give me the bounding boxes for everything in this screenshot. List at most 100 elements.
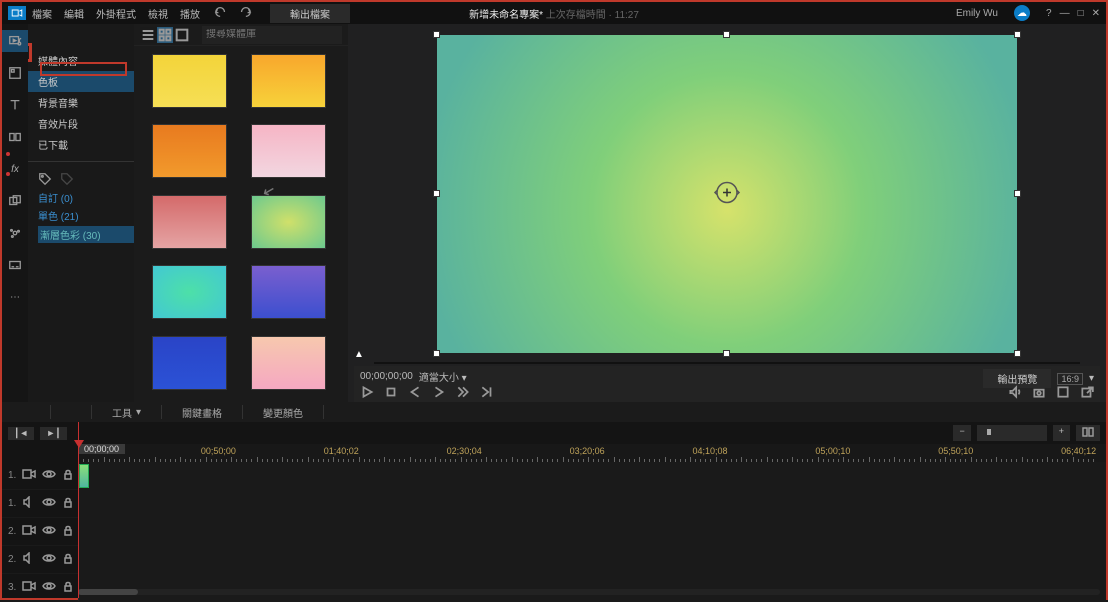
maximize-icon[interactable]: □ — [1078, 8, 1084, 19]
menu-view[interactable]: 檢視 — [148, 6, 168, 21]
cloud-icon[interactable]: ☁ — [1014, 5, 1030, 21]
video-track-icon[interactable] — [22, 524, 36, 539]
search-box[interactable] — [202, 26, 342, 44]
effects-icon[interactable]: fx — [2, 158, 28, 180]
goto-end-icon[interactable] — [480, 385, 494, 399]
search-input[interactable] — [206, 29, 338, 40]
tool-dropdown[interactable]: 工具 ▾ — [112, 405, 141, 420]
menu-file[interactable]: 檔案 — [32, 6, 52, 21]
menu-play[interactable]: 播放 — [180, 6, 200, 21]
nav-custom[interactable]: 自訂 (0) — [38, 190, 134, 205]
zoom-in-icon[interactable]: + — [1053, 425, 1070, 441]
fit-dropdown[interactable]: 適當大小 ▾ — [419, 369, 467, 384]
clip[interactable] — [79, 464, 89, 488]
next-frame-icon[interactable] — [432, 385, 446, 399]
time-ruler[interactable]: 00;00;00 00;50;0001;40;0202;30;0403;20;0… — [78, 444, 1106, 462]
track-body[interactable] — [78, 462, 1106, 489]
video-track-icon[interactable] — [22, 580, 36, 595]
thumb-5[interactable] — [251, 195, 326, 249]
aspect-dropdown-icon[interactable]: ▾ — [1089, 373, 1094, 384]
track-body[interactable] — [78, 490, 1106, 517]
zoom-slider[interactable] — [977, 425, 1047, 441]
thumb-7[interactable] — [251, 265, 326, 319]
thumb-9[interactable] — [251, 336, 326, 390]
media-library-icon[interactable] — [2, 30, 28, 52]
title-icon[interactable] — [2, 94, 28, 116]
overlay-icon[interactable] — [2, 190, 28, 212]
thumb-4[interactable] — [152, 195, 227, 249]
menu-plugin[interactable]: 外掛程式 — [96, 6, 136, 21]
particle-icon[interactable] — [2, 222, 28, 244]
lock-icon[interactable] — [62, 468, 74, 483]
zoom-out-icon[interactable]: − — [953, 425, 970, 441]
audio-track-icon[interactable] — [22, 552, 36, 567]
thumb-2[interactable] — [152, 124, 227, 178]
nav-gradient[interactable]: 漸層色彩 (30) — [38, 226, 134, 243]
export-button[interactable]: 輸出檔案 — [270, 4, 350, 23]
menu-edit[interactable]: 編輯 — [64, 6, 84, 21]
track-row: 1. — [2, 462, 1106, 490]
mark-out-icon[interactable]: ►┃ — [40, 427, 66, 440]
warning-icon[interactable]: ▲ — [354, 349, 364, 360]
popout-icon[interactable] — [1080, 385, 1094, 399]
changecolor-button[interactable]: 變更顏色 — [263, 405, 303, 420]
track-body[interactable] — [78, 574, 1106, 601]
visibility-icon[interactable] — [42, 468, 56, 483]
view-large-icon[interactable] — [174, 27, 190, 43]
play-icon[interactable] — [360, 385, 374, 399]
preview-canvas[interactable] — [437, 35, 1017, 353]
timeline-scrollbar[interactable] — [78, 589, 1100, 595]
nav-bgm[interactable]: 背景音樂 — [28, 92, 134, 113]
thumb-6[interactable] — [152, 265, 227, 319]
minimize-icon[interactable]: — — [1060, 8, 1070, 19]
timecode[interactable]: 00;00;00;00 — [360, 371, 413, 382]
visibility-icon[interactable] — [42, 524, 56, 539]
more-icon[interactable]: ⋯ — [2, 286, 28, 308]
volume-icon[interactable] — [1008, 385, 1022, 399]
undo-icon[interactable] — [214, 5, 228, 22]
room-icon[interactable] — [2, 62, 28, 84]
visibility-icon[interactable] — [42, 496, 56, 511]
subtitle-icon[interactable] — [2, 254, 28, 276]
mark-in-icon[interactable]: ┃◄ — [8, 427, 34, 440]
stop-icon[interactable] — [384, 385, 398, 399]
video-track-icon[interactable] — [22, 468, 36, 483]
nav-downloaded[interactable]: 已下載 — [28, 134, 134, 155]
popup-icon[interactable] — [1056, 385, 1070, 399]
audio-track-icon[interactable] — [22, 496, 36, 511]
close-icon[interactable]: ✕ — [1092, 8, 1100, 19]
fast-fwd-icon[interactable] — [456, 385, 470, 399]
thumb-8[interactable] — [152, 336, 227, 390]
view-grid-icon[interactable] — [157, 27, 173, 43]
keyframe-button[interactable]: 關鍵畫格 — [182, 405, 222, 420]
lock-icon[interactable] — [62, 580, 74, 595]
collapse-arrow-icon[interactable] — [262, 186, 276, 199]
visibility-icon[interactable] — [42, 580, 56, 595]
track-body[interactable] — [78, 546, 1106, 573]
redo-icon[interactable] — [238, 5, 252, 22]
view-list-icon[interactable] — [140, 27, 156, 43]
lock-icon[interactable] — [62, 496, 74, 511]
nav-sfx[interactable]: 音效片段 — [28, 113, 134, 134]
track-body[interactable] — [78, 518, 1106, 545]
prev-frame-icon[interactable] — [408, 385, 422, 399]
user-name[interactable]: Emily Wu — [956, 8, 998, 19]
app-logo — [8, 6, 26, 20]
lock-icon[interactable] — [62, 524, 74, 539]
aspect-ratio[interactable]: 16:9 — [1057, 373, 1083, 385]
snapshot-icon[interactable] — [1032, 385, 1046, 399]
transition-icon[interactable] — [2, 126, 28, 148]
help-icon[interactable]: ? — [1046, 8, 1052, 19]
preview-scrubber[interactable] — [374, 362, 1080, 364]
visibility-icon[interactable] — [42, 552, 56, 567]
lock-icon[interactable] — [62, 552, 74, 567]
tag-add-icon[interactable] — [60, 172, 74, 186]
tag-icon[interactable] — [38, 172, 52, 186]
playhead[interactable] — [78, 422, 79, 598]
thumb-0[interactable] — [152, 54, 227, 108]
thumb-1[interactable] — [251, 54, 326, 108]
rotation-handle-icon[interactable] — [713, 179, 741, 210]
timeline-view-icon[interactable] — [1076, 425, 1100, 441]
nav-solid[interactable]: 單色 (21) — [38, 208, 134, 223]
thumb-3[interactable] — [251, 124, 326, 178]
